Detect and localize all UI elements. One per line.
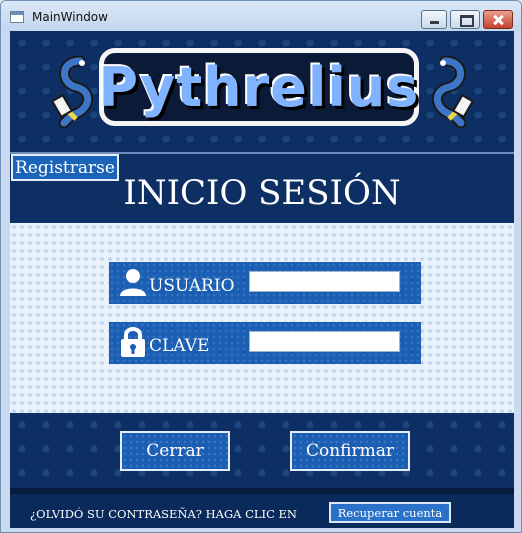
app-content: Pythrelius Registrarse INICIO SESIÓN USU… bbox=[10, 31, 514, 528]
password-label: CLAVE bbox=[149, 336, 210, 356]
forgot-password-text: ¿OLVIDÓ SU CONTRASEÑA? HAGA CLIC EN bbox=[30, 507, 297, 521]
snake-icon bbox=[432, 55, 475, 129]
close-button[interactable]: Cerrar bbox=[120, 431, 230, 471]
window-app-icon bbox=[10, 11, 24, 23]
page-title: INICIO SESIÓN bbox=[123, 173, 401, 213]
maximize-button[interactable] bbox=[450, 10, 480, 29]
close-window-button[interactable] bbox=[483, 10, 513, 29]
recover-account-button[interactable]: Recuperar cuenta bbox=[329, 502, 451, 523]
password-row: CLAVE bbox=[109, 322, 421, 364]
username-input[interactable] bbox=[249, 271, 400, 292]
minimize-button[interactable] bbox=[421, 10, 447, 29]
password-input[interactable] bbox=[249, 331, 400, 352]
main-window: MainWindow Pythrelius Registrarse INICIO… bbox=[0, 0, 522, 533]
snake-icon bbox=[50, 55, 93, 129]
title-bar[interactable]: MainWindow bbox=[1, 1, 521, 31]
username-row: USUARIO bbox=[109, 262, 421, 304]
button-area bbox=[10, 413, 514, 488]
lock-icon bbox=[121, 327, 145, 357]
username-label: USUARIO bbox=[149, 276, 235, 296]
footer: ¿OLVIDÓ SU CONTRASEÑA? HAGA CLIC EN Recu… bbox=[10, 494, 514, 528]
app-logo: Pythrelius bbox=[99, 48, 419, 126]
confirm-button[interactable]: Confirmar bbox=[290, 431, 410, 471]
user-icon bbox=[120, 269, 146, 296]
login-form-area bbox=[10, 223, 514, 413]
window-title: MainWindow bbox=[32, 10, 108, 24]
